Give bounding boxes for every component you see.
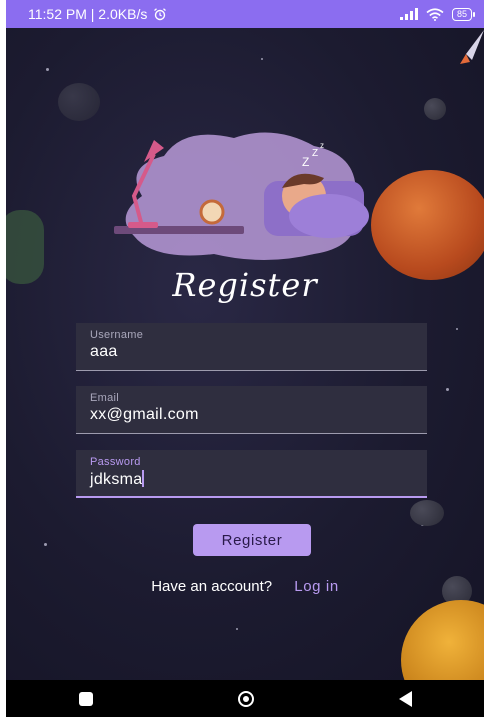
register-button[interactable]: Register: [193, 524, 311, 556]
recents-icon[interactable]: [78, 691, 93, 706]
email-field[interactable]: Email xx@gmail.com: [76, 386, 427, 434]
login-prompt: Have an account? Log in: [6, 578, 484, 595]
home-icon[interactable]: [237, 690, 254, 707]
alarm-icon: [154, 8, 167, 21]
password-value: jdksma: [90, 471, 143, 488]
sleeping-illustration: Z Z z: [114, 132, 369, 260]
wifi-icon: [426, 7, 444, 21]
battery-icon: 85: [451, 7, 476, 21]
star: [261, 58, 263, 60]
navigation-bar: [6, 680, 484, 717]
username-field[interactable]: Username aaa: [76, 323, 427, 371]
svg-text:Z: Z: [312, 148, 318, 159]
asteroid: [424, 98, 446, 120]
svg-text:Z: Z: [302, 155, 309, 169]
back-icon[interactable]: [398, 690, 412, 707]
status-bar: 11:52 PM | 2.0KB/s 85: [6, 0, 484, 28]
status-time-speed: 11:52 PM | 2.0KB/s: [28, 6, 148, 22]
asteroid: [410, 500, 444, 526]
text-cursor: [142, 470, 145, 487]
star: [456, 328, 458, 330]
rocket-icon: [460, 30, 484, 64]
phone-screen: 11:52 PM | 2.0KB/s 85 Z Z z Register Use…: [6, 0, 484, 717]
login-link[interactable]: Log in: [294, 578, 338, 595]
svg-text:z: z: [320, 141, 324, 150]
username-value: aaa: [90, 343, 118, 360]
status-left: 11:52 PM | 2.0KB/s: [28, 6, 167, 22]
page-title: Register: [172, 266, 318, 304]
password-label: Password: [90, 456, 141, 468]
password-value-row: jdksma: [90, 470, 427, 489]
star: [46, 68, 49, 71]
planet-orange: [371, 170, 484, 280]
username-label: Username: [90, 329, 144, 341]
star: [446, 388, 449, 391]
asteroid: [58, 83, 100, 121]
have-account-text: Have an account?: [151, 578, 273, 595]
signal-icon: [399, 8, 418, 20]
email-value: xx@gmail.com: [90, 406, 199, 423]
email-label: Email: [90, 392, 120, 404]
star: [44, 543, 47, 546]
planet-yellow: [401, 600, 484, 680]
password-field[interactable]: Password jdksma: [76, 450, 427, 498]
status-right: 85: [399, 7, 476, 21]
star: [236, 628, 238, 630]
